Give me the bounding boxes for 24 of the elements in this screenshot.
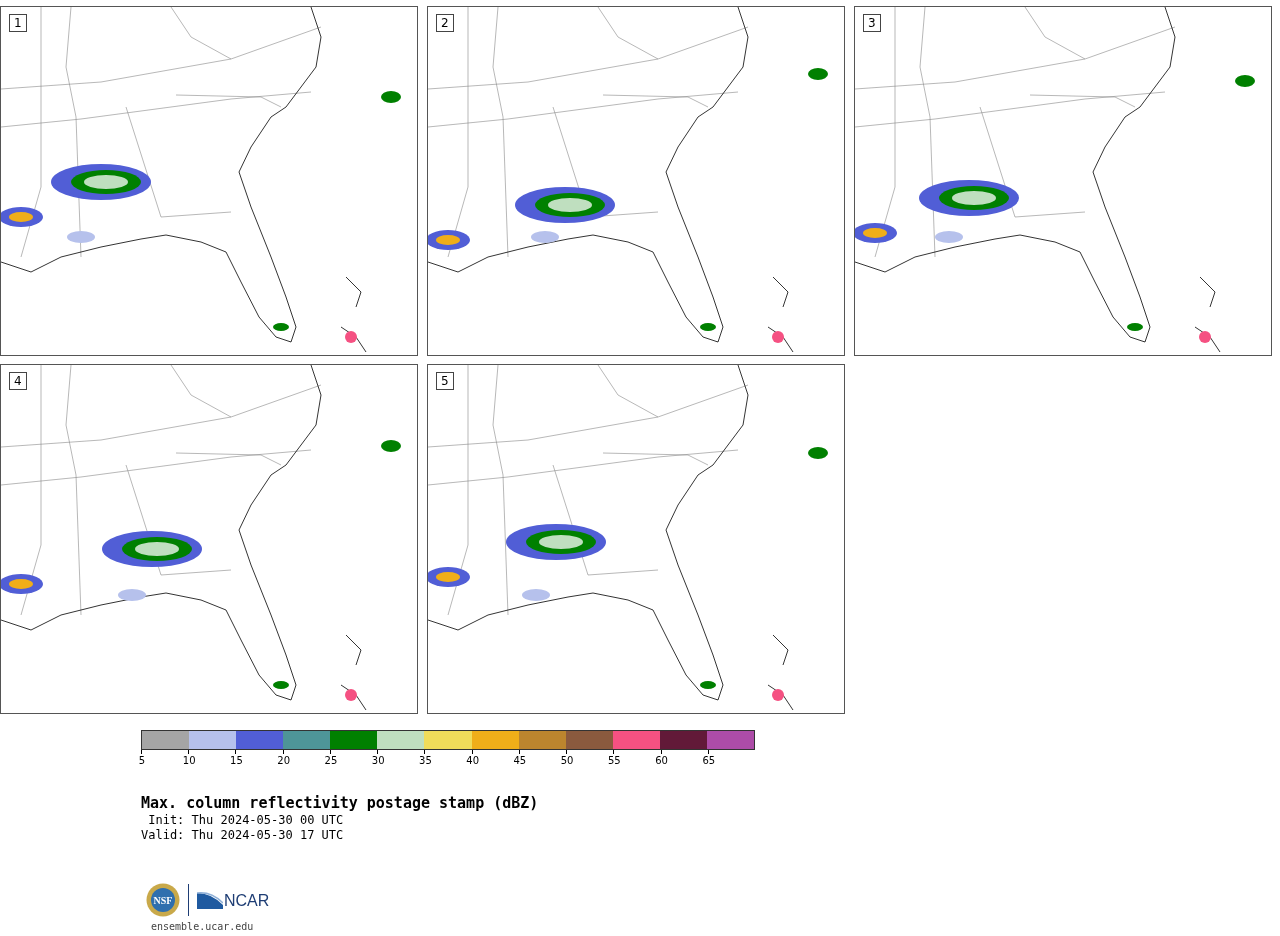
- tick-label: 5: [138, 755, 146, 766]
- tick-label: 25: [324, 755, 338, 766]
- nsf-logo: NSF: [146, 883, 180, 917]
- panel-number: 2: [436, 14, 454, 32]
- tick-label: 35: [419, 755, 432, 766]
- tick-label: 40: [466, 755, 479, 766]
- tick-label: 10: [182, 755, 196, 766]
- tick-label: 50: [560, 755, 574, 766]
- tick-label: 30: [371, 755, 385, 766]
- website-url: ensemble.ucar.edu: [151, 921, 255, 932]
- valid-time: Valid: Thu 2024-05-30 17 UTC: [141, 828, 345, 843]
- init-time: Init: Thu 2024-05-30 00 UTC: [147, 813, 345, 828]
- tick-label: 65: [702, 755, 716, 766]
- tick-label: 45: [513, 755, 527, 766]
- panel-number: 5: [436, 372, 454, 390]
- panel-number: 3: [863, 14, 881, 32]
- tick-label: 15: [230, 755, 243, 766]
- tick-label: 20: [277, 755, 291, 766]
- panel-number: 4: [9, 372, 27, 390]
- chart-title: Max. column reflectivity postage stamp (dBZ): [141, 794, 540, 813]
- tick-label: 55: [608, 755, 621, 766]
- tick-label: 60: [655, 755, 668, 766]
- panel-number: 1: [9, 14, 27, 32]
- ncar-logo: NCAR: [197, 891, 270, 909]
